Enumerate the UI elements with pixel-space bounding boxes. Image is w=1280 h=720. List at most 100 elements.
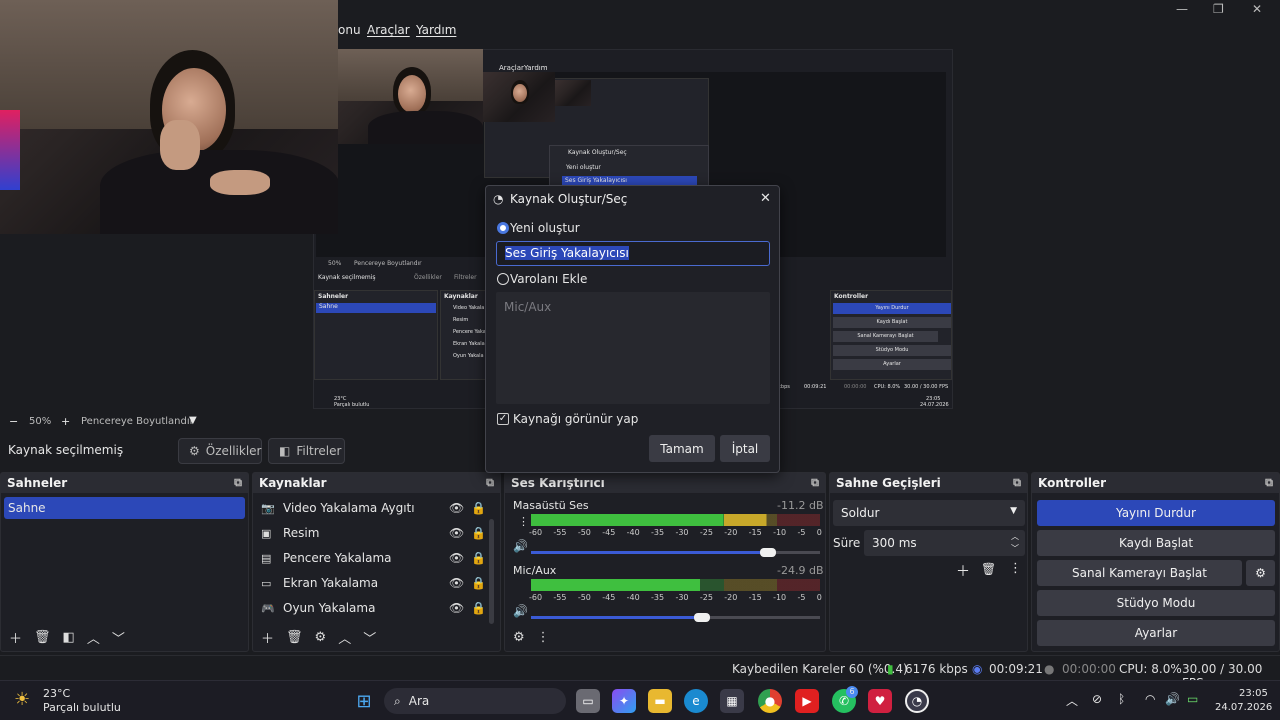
volume-slider[interactable]: [505, 613, 825, 623]
youtube-icon[interactable]: ▶: [795, 689, 819, 713]
task-view-icon[interactable]: ▭: [576, 689, 600, 713]
close-icon[interactable]: ✕: [760, 191, 771, 206]
volume-knob[interactable]: [693, 613, 710, 622]
transition-select[interactable]: Soldur ▼: [833, 500, 1025, 526]
sources-dock-header: Kaynaklar ⧉: [253, 473, 500, 493]
stop-stream-button[interactable]: Yayını Durdur: [1037, 500, 1275, 526]
lock-icon[interactable]: 🔒: [471, 551, 486, 565]
arrow-up-icon[interactable]: ︿: [338, 628, 351, 647]
eye-icon[interactable]: 👁: [449, 526, 464, 540]
lock-icon[interactable]: 🔒: [471, 576, 486, 590]
wifi-icon[interactable]: ◠: [1145, 692, 1155, 706]
visible-checkbox[interactable]: ✓: [497, 413, 509, 425]
trash-icon[interactable]: 🗑: [981, 562, 996, 576]
scenes-title: Sahneler: [7, 476, 68, 490]
undock-icon[interactable]: ⧉: [234, 476, 242, 490]
gear-icon[interactable]: ⚙: [315, 630, 327, 645]
scene-item[interactable]: Sahne: [4, 497, 245, 519]
add-icon[interactable]: ＋: [9, 628, 22, 647]
add-icon[interactable]: ＋: [261, 628, 274, 647]
filters-button[interactable]: ◧ Filtreler: [268, 438, 345, 464]
chevron-up-icon[interactable]: ︿: [1011, 531, 1019, 542]
create-new-radio[interactable]: [497, 222, 509, 234]
kebab-menu-icon[interactable]: ⋮: [537, 630, 550, 645]
scrollbar[interactable]: [489, 519, 494, 624]
obs-icon[interactable]: ◔: [905, 689, 929, 713]
settings-button[interactable]: Ayarlar: [1037, 620, 1275, 646]
kebab-menu-icon[interactable]: ⋮: [518, 515, 529, 528]
arrow-down-icon[interactable]: ﹀: [112, 628, 125, 647]
menu-item-tools[interactable]: Araçlar: [367, 23, 410, 37]
duration-input[interactable]: 300 ms ︿ ﹀: [864, 530, 1025, 556]
minimize-icon[interactable]: —: [1176, 2, 1188, 16]
gear-icon[interactable]: ⚙: [513, 630, 525, 645]
chevron-down-icon[interactable]: ﹀: [1011, 543, 1019, 554]
file-explorer-icon[interactable]: ▬: [648, 689, 672, 713]
nested-fps: 30.00 / 30.00 FPS: [904, 384, 949, 390]
nested-source-0: Video Yakala: [453, 305, 485, 311]
edge-icon[interactable]: e: [684, 689, 708, 713]
ok-button[interactable]: Tamam: [649, 435, 715, 462]
maximize-icon[interactable]: ❐: [1213, 2, 1224, 16]
volume-icon[interactable]: 🔊: [1165, 692, 1180, 706]
zoom-mode[interactable]: Pencereye Boyutlandır: [81, 416, 194, 427]
search-box[interactable]: ⌕ Ara: [384, 688, 566, 714]
close-icon[interactable]: ✕: [1252, 2, 1262, 16]
existing-sources-list[interactable]: Mic/Aux: [496, 292, 770, 404]
lock-icon[interactable]: 🔒: [471, 601, 486, 615]
app-icon[interactable]: ♥: [868, 689, 892, 713]
add-existing-radio[interactable]: [497, 273, 509, 285]
source-item[interactable]: ▭ Ekran Yakalama 👁 🔒: [257, 572, 496, 594]
source-item[interactable]: ▤ Pencere Yakalama 👁 🔒: [257, 547, 496, 569]
stream-icon: ◉: [972, 662, 983, 676]
lock-icon[interactable]: 🔒: [471, 526, 486, 540]
weather-icon[interactable]: ☀: [14, 689, 30, 710]
battery-icon[interactable]: ▭: [1187, 692, 1198, 706]
eye-icon[interactable]: 👁: [449, 551, 464, 565]
eye-icon[interactable]: 👁: [449, 576, 464, 590]
bluetooth-icon[interactable]: ᛒ: [1118, 692, 1125, 706]
store-icon[interactable]: ▦: [720, 689, 744, 713]
filter-icon: ◧: [279, 444, 291, 458]
volume-knob[interactable]: [759, 548, 776, 557]
create-source-dialog: ◔ Kaynak Oluştur/Seç ✕ Yeni oluştur Ses …: [485, 185, 780, 473]
studio-mode-button[interactable]: Stüdyo Modu: [1037, 590, 1275, 616]
arrow-down-icon[interactable]: ﹀: [363, 628, 376, 647]
menu-item-help[interactable]: Yardım: [416, 23, 456, 37]
add-icon[interactable]: ＋: [956, 561, 970, 581]
lock-icon[interactable]: 🔒: [471, 501, 486, 515]
zoom-in-button[interactable]: +: [61, 415, 70, 428]
source-item[interactable]: ▣ Resim 👁 🔒: [257, 522, 496, 544]
source-item[interactable]: 📷 Video Yakalama Aygıtı 👁 🔒: [257, 497, 496, 519]
eye-icon[interactable]: 👁: [449, 601, 464, 615]
undock-icon[interactable]: ⧉: [1265, 476, 1273, 490]
windows-start-icon[interactable]: ⊞: [352, 689, 376, 713]
source-item[interactable]: 🎮 Oyun Yakalama 👁 🔒: [257, 597, 496, 619]
volume-slider[interactable]: [505, 548, 825, 558]
filter-icon[interactable]: ◧: [63, 630, 75, 645]
controls-dock: Kontroller ⧉ Yayını Durdur Kaydı Başlat …: [1031, 472, 1280, 652]
start-record-button[interactable]: Kaydı Başlat: [1037, 530, 1275, 556]
virtual-camera-button[interactable]: Sanal Kamerayı Başlat: [1037, 560, 1242, 586]
chrome-icon[interactable]: ●: [758, 689, 782, 713]
arrow-up-icon[interactable]: ︿: [87, 628, 100, 647]
undock-icon[interactable]: ⧉: [486, 476, 494, 490]
zoom-out-button[interactable]: −: [9, 415, 18, 428]
undock-icon[interactable]: ⧉: [811, 476, 819, 490]
chevron-up-icon[interactable]: ︿: [1066, 692, 1078, 709]
trash-icon[interactable]: 🗑: [34, 630, 51, 645]
nested-studio: Stüdyo Modu: [833, 345, 951, 356]
trash-icon[interactable]: 🗑: [286, 630, 303, 645]
properties-button[interactable]: ⚙ Özellikler: [178, 438, 262, 464]
undock-icon[interactable]: ⧉: [1013, 476, 1021, 490]
copilot-icon[interactable]: ✦: [612, 689, 636, 713]
menu-item-view[interactable]: onu: [338, 23, 361, 37]
network-off-icon[interactable]: ⊘: [1092, 692, 1102, 706]
chevron-down-icon[interactable]: ▼: [189, 415, 197, 426]
kebab-menu-icon[interactable]: ⋮: [1009, 561, 1022, 576]
existing-source-item[interactable]: Mic/Aux: [504, 300, 551, 314]
eye-icon[interactable]: 👁: [449, 501, 464, 515]
cancel-button[interactable]: İptal: [720, 435, 770, 462]
gear-icon[interactable]: ⚙: [1246, 560, 1275, 586]
source-name-input[interactable]: Ses Giriş Yakalayıcısı: [496, 241, 770, 266]
